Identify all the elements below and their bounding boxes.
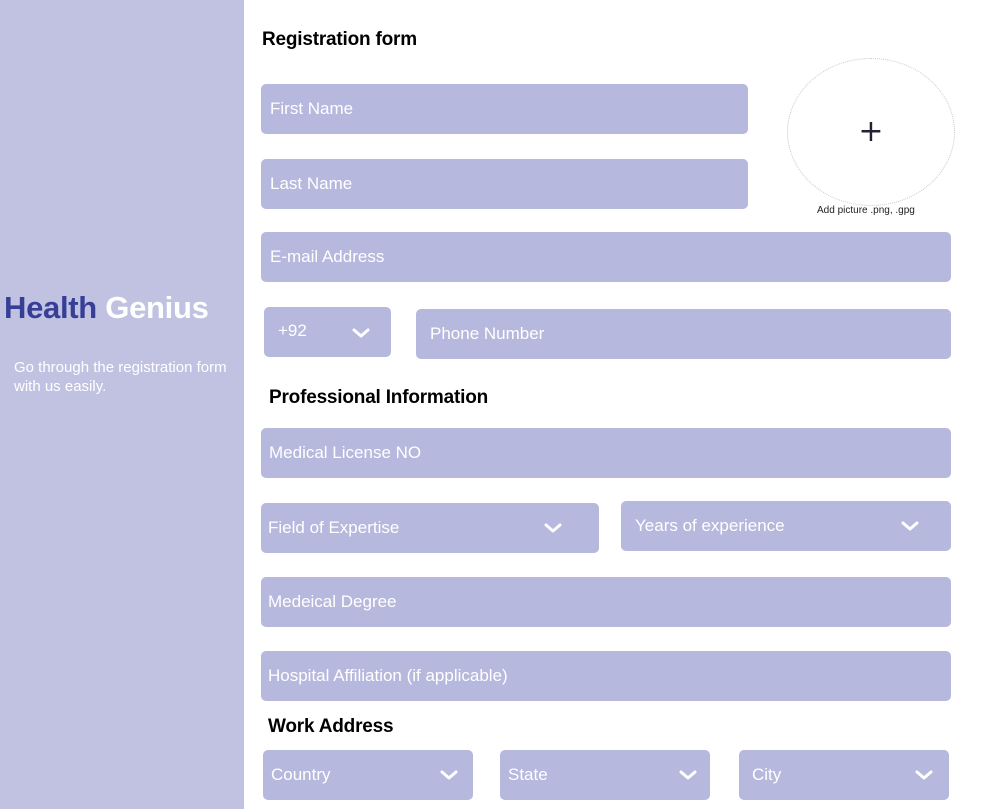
brand-logo-text: Health Genius [4, 290, 209, 326]
years-of-experience-select[interactable]: Years of experience [621, 501, 951, 551]
years-of-experience-placeholder: Years of experience [635, 516, 785, 535]
field-of-expertise-select[interactable]: Field of Expertise [261, 503, 599, 553]
city-placeholder: City [752, 765, 782, 784]
hospital-affiliation-input[interactable]: Hospital Affiliation (if applicable) [261, 651, 951, 701]
field-of-expertise-placeholder: Field of Expertise [268, 518, 400, 537]
state-placeholder: State [508, 765, 548, 784]
medical-license-input[interactable]: Medical License NO [261, 428, 951, 478]
brand-part-genius: Genius [105, 290, 209, 325]
first-name-placeholder: First Name [270, 99, 354, 118]
professional-information-title: Professional Information [269, 387, 489, 408]
hospital-affiliation-placeholder: Hospital Affiliation (if applicable) [268, 666, 508, 685]
last-name-input[interactable]: Last Name [261, 159, 748, 209]
last-name-placeholder: Last Name [270, 174, 353, 193]
phone-number-placeholder: Phone Number [430, 324, 545, 343]
email-placeholder: E-mail Address [270, 247, 385, 266]
add-picture-button[interactable]: + [787, 58, 955, 206]
medical-license-placeholder: Medical License NO [269, 443, 422, 462]
sidebar: Health Genius Go through the registratio… [0, 0, 244, 809]
medical-degree-input[interactable]: Medeical Degree [261, 577, 951, 627]
country-code-select[interactable]: +92 [264, 307, 391, 357]
registration-form-title: Registration form [262, 29, 417, 50]
chevron-down-icon [352, 327, 370, 339]
sidebar-tagline: Go through the registration form with us… [14, 359, 227, 395]
country-code-value: +92 [278, 321, 307, 340]
plus-icon: + [858, 113, 884, 149]
state-select[interactable]: State [500, 750, 710, 800]
chevron-down-icon [901, 520, 919, 532]
work-address-title: Work Address [268, 716, 394, 737]
phone-number-input[interactable]: Phone Number [416, 309, 951, 359]
chevron-down-icon [915, 769, 933, 781]
chevron-down-icon [544, 522, 562, 534]
chevron-down-icon [440, 769, 458, 781]
first-name-input[interactable]: First Name [261, 84, 748, 134]
country-select[interactable]: Country [263, 750, 473, 800]
city-select[interactable]: City [739, 750, 949, 800]
country-placeholder: Country [271, 765, 331, 784]
medical-degree-placeholder: Medeical Degree [268, 592, 397, 611]
email-input[interactable]: E-mail Address [261, 232, 951, 282]
add-picture-label: Add picture .png, .gpg [817, 205, 915, 216]
chevron-down-icon [679, 769, 697, 781]
brand-part-health: Health [4, 290, 97, 325]
